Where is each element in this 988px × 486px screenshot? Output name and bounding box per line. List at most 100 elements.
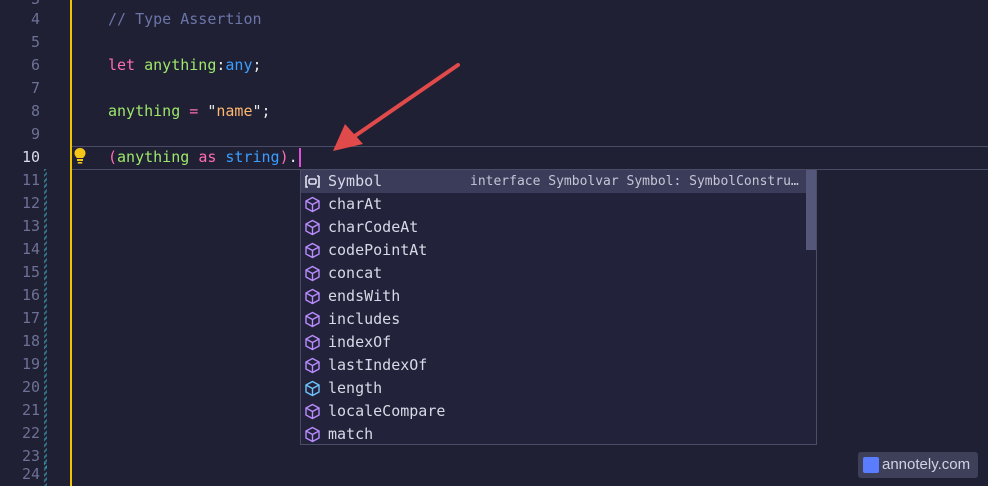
- method-cube-icon: [305, 403, 320, 420]
- property-cube-icon: [305, 380, 320, 397]
- line-number: 15: [21, 263, 40, 281]
- identifier-token: anything: [117, 148, 190, 166]
- suggestion-item[interactable]: match: [301, 423, 806, 446]
- suggestion-label: lastIndexOf: [328, 356, 428, 374]
- editor-line[interactable]: 4 // Type Assertion: [0, 8, 988, 31]
- modified-gutter-marker: [44, 169, 47, 192]
- comment-token: // Type Assertion: [108, 10, 262, 28]
- line-number: 22: [21, 424, 40, 442]
- line-number: 14: [21, 240, 40, 258]
- line-number: 19: [21, 355, 40, 373]
- editor-line[interactable]: 5: [0, 31, 988, 54]
- code-text[interactable]: anything = "name";: [108, 100, 271, 123]
- line-number: 17: [21, 309, 40, 327]
- dot-token: .: [288, 148, 298, 166]
- code-text[interactable]: let anything:any;: [108, 54, 262, 77]
- line-number: 13: [21, 217, 40, 235]
- line-number: 16: [21, 286, 40, 304]
- symbol-variable-icon: [305, 175, 320, 188]
- suggestion-item[interactable]: Symbol interface Symbolvar Symbol: Symbo…: [301, 170, 806, 193]
- modified-gutter-marker: [44, 192, 47, 215]
- editor-line[interactable]: 9: [0, 123, 988, 146]
- line-number: 24: [21, 465, 40, 483]
- modified-gutter-marker: [44, 215, 47, 238]
- method-cube-icon: [305, 242, 320, 259]
- suggestion-label: charAt: [328, 195, 383, 213]
- suggestion-label: Symbol: [328, 172, 383, 190]
- editor-line[interactable]: 7: [0, 77, 988, 100]
- code-text[interactable]: // Type Assertion: [108, 8, 262, 31]
- annotely-watermark: annotely.com: [858, 452, 978, 478]
- operator-token: =: [189, 102, 199, 120]
- code-text[interactable]: (anything as string).: [108, 146, 298, 169]
- modified-gutter-marker: [44, 261, 47, 284]
- identifier-token: anything: [108, 102, 181, 120]
- suggestion-scrollbar[interactable]: [806, 170, 816, 250]
- suggestion-item[interactable]: endsWith: [301, 285, 806, 308]
- editor-line[interactable]: 8 anything = "name";: [0, 100, 988, 123]
- quote-token: ": [252, 102, 262, 120]
- suggestion-item[interactable]: includes: [301, 308, 806, 331]
- modified-gutter-marker: [44, 238, 47, 261]
- type-token: string: [225, 148, 280, 166]
- suggestion-item[interactable]: localeCompare: [301, 400, 806, 423]
- line-number: 12: [21, 194, 40, 212]
- suggestion-detail: interface Symbolvar Symbol: SymbolConstr…: [470, 174, 799, 189]
- editor-line[interactable]: 24: [0, 463, 988, 486]
- suggestion-item[interactable]: concat: [301, 262, 806, 285]
- method-cube-icon: [305, 196, 320, 213]
- annotely-logo-icon: [863, 457, 879, 473]
- line-number: 10: [21, 148, 40, 166]
- type-token: any: [225, 56, 253, 74]
- line-number: 11: [21, 171, 40, 189]
- suggestion-item[interactable]: length: [301, 377, 806, 400]
- suggestion-item[interactable]: codePointAt: [301, 239, 806, 262]
- modified-gutter-marker: [44, 422, 47, 445]
- code-editor[interactable]: 3 4 // Type Assertion 5 6 let anything:a…: [0, 0, 988, 486]
- line-number: 4: [30, 10, 40, 28]
- modified-gutter-marker: [44, 376, 47, 399]
- line-number: 18: [21, 332, 40, 350]
- semicolon-token: ;: [252, 56, 262, 74]
- suggestion-label: localeCompare: [328, 402, 446, 420]
- method-cube-icon: [305, 426, 320, 443]
- line-number: 7: [30, 79, 40, 97]
- suggestion-label: match: [328, 425, 374, 443]
- paren-token: ): [279, 148, 289, 166]
- method-cube-icon: [305, 311, 320, 328]
- line-number: 20: [21, 378, 40, 396]
- line-number: 8: [30, 102, 40, 120]
- suggestion-label: concat: [328, 264, 383, 282]
- annotation-arrow-icon: [333, 63, 460, 151]
- lightbulb-icon[interactable]: [72, 147, 88, 165]
- suggestion-label: indexOf: [328, 333, 392, 351]
- keyword-token: let: [108, 56, 136, 74]
- paren-token: (: [108, 148, 118, 166]
- method-cube-icon: [305, 288, 320, 305]
- method-cube-icon: [305, 219, 320, 236]
- keyword-token: as: [198, 148, 217, 166]
- method-cube-icon: [305, 265, 320, 282]
- suggestion-label: endsWith: [328, 287, 401, 305]
- semicolon-token: ;: [261, 102, 271, 120]
- identifier-token: anything: [144, 56, 217, 74]
- suggestion-item[interactable]: indexOf: [301, 331, 806, 354]
- line-number: 9: [30, 125, 40, 143]
- modified-gutter-marker: [44, 284, 47, 307]
- string-token: name: [216, 102, 253, 120]
- suggestion-popup[interactable]: Symbol interface Symbolvar Symbol: Symbo…: [300, 169, 817, 445]
- modified-gutter-marker: [44, 463, 47, 486]
- modified-gutter-marker: [44, 353, 47, 376]
- suggestion-label: codePointAt: [328, 241, 428, 259]
- suggestion-item[interactable]: charCodeAt: [301, 216, 806, 239]
- suggestion-item[interactable]: lastIndexOf: [301, 354, 806, 377]
- suggestion-label: includes: [328, 310, 401, 328]
- modified-gutter-marker: [44, 330, 47, 353]
- editor-line[interactable]: 6 let anything:any;: [0, 54, 988, 77]
- line-number: 6: [30, 56, 40, 74]
- suggestion-item[interactable]: charAt: [301, 193, 806, 216]
- modified-gutter-marker: [44, 307, 47, 330]
- line-number: 5: [30, 33, 40, 51]
- editor-line-active[interactable]: 10 (anything as string).: [0, 146, 988, 169]
- modified-gutter-marker: [44, 399, 47, 422]
